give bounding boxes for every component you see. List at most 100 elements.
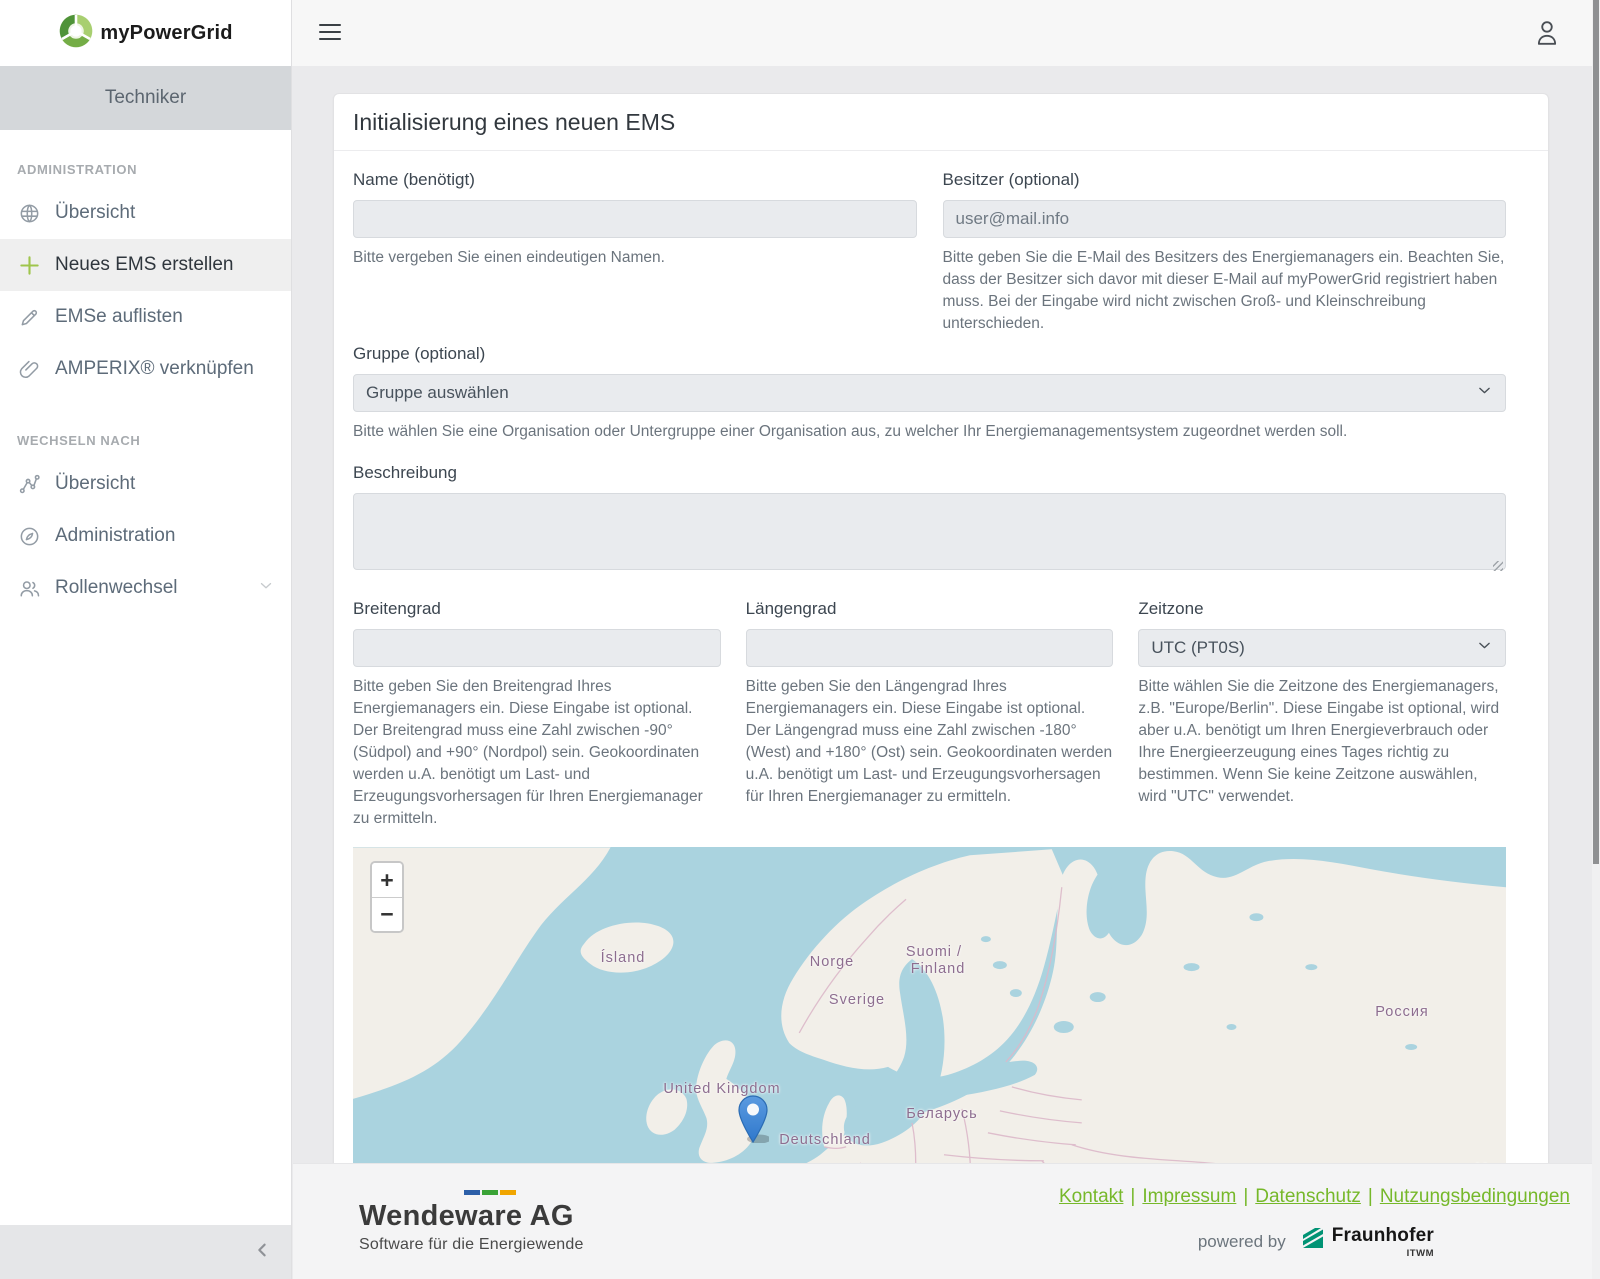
sidebar-item-label: Übersicht bbox=[55, 202, 135, 224]
wendeware-logo: Wendeware AG Software für die Energiewen… bbox=[359, 1190, 584, 1254]
ems-init-card: Initialisierung eines neuen EMS Name (be… bbox=[333, 93, 1549, 1211]
scrollbar-thumb[interactable] bbox=[1593, 0, 1599, 864]
map-label-belarus: Беларусь bbox=[906, 1106, 977, 1122]
longitude-label: Längengrad bbox=[746, 599, 1114, 619]
description-textarea[interactable] bbox=[353, 493, 1506, 570]
latitude-help: Bitte geben Sie den Breitengrad Ihres En… bbox=[353, 676, 721, 830]
owner-help: Bitte geben Sie die E-Mail des Besitzers… bbox=[943, 247, 1507, 335]
chevron-down-icon bbox=[1476, 637, 1493, 659]
group-select[interactable]: Gruppe auswählen bbox=[353, 374, 1506, 412]
footer-links: Kontakt|Impressum|Datenschutz|Nutzungsbe… bbox=[1059, 1186, 1570, 1208]
plus-icon bbox=[17, 253, 41, 277]
sidebar-item-administration[interactable]: Administration bbox=[0, 510, 291, 562]
sidebar-item-label: Rollenwechsel bbox=[55, 577, 178, 599]
person-icon bbox=[1534, 18, 1560, 48]
field-name: Name (benötigt) Bitte vergeben Sie einen… bbox=[353, 170, 917, 335]
latitude-label: Breitengrad bbox=[353, 599, 721, 619]
footer: Wendeware AG Software für die Energiewen… bbox=[293, 1163, 1592, 1279]
app-window: myPowerGrid Techniker ADMINISTRATION Übe… bbox=[0, 0, 1600, 1279]
chevron-down-icon bbox=[1476, 382, 1493, 404]
users-icon bbox=[17, 576, 41, 600]
link-impressum[interactable]: Impressum bbox=[1142, 1186, 1236, 1207]
map-marker-pin[interactable] bbox=[737, 1095, 769, 1148]
sidebar-nav: ADMINISTRATION Übersicht Neues EMS erste… bbox=[0, 130, 291, 614]
map-label-norge: Norge bbox=[810, 954, 855, 970]
role-label: Techniker bbox=[0, 66, 291, 130]
latitude-input[interactable] bbox=[353, 629, 721, 667]
map-label-finland: Finland bbox=[911, 961, 966, 977]
sidebar-item-label: AMPERIX® verknüpfen bbox=[55, 358, 254, 380]
sidebar: myPowerGrid Techniker ADMINISTRATION Übe… bbox=[0, 0, 291, 1279]
field-owner: Besitzer (optional) Bitte geben Sie die … bbox=[943, 170, 1507, 335]
section-administration: ADMINISTRATION bbox=[0, 162, 291, 177]
group-label: Gruppe (optional) bbox=[353, 344, 1506, 364]
field-longitude: Längengrad Bitte geben Sie den Längengra… bbox=[746, 599, 1114, 830]
zoom-in-button[interactable]: + bbox=[372, 863, 402, 897]
sidebar-item-uebersicht-wechseln[interactable]: Übersicht bbox=[0, 458, 291, 510]
mypowergrid-logo-icon bbox=[58, 13, 94, 54]
fraunhofer-name: Fraunhofer bbox=[1332, 1226, 1434, 1247]
company-tagline: Software für die Energiewende bbox=[359, 1236, 584, 1254]
link-separator: | bbox=[1130, 1186, 1135, 1207]
field-latitude: Breitengrad Bitte geben Sie den Breiteng… bbox=[353, 599, 721, 830]
wendeware-colorbar bbox=[464, 1190, 584, 1195]
timezone-label: Zeitzone bbox=[1138, 599, 1506, 619]
sidebar-item-rollenwechsel[interactable]: Rollenwechsel bbox=[0, 562, 291, 614]
sidebar-item-uebersicht-admin[interactable]: Übersicht bbox=[0, 187, 291, 239]
link-kontakt[interactable]: Kontakt bbox=[1059, 1186, 1123, 1207]
link-nutzungsbedingungen[interactable]: Nutzungsbedingungen bbox=[1380, 1186, 1570, 1207]
map-label-russia: Россия bbox=[1375, 1004, 1429, 1020]
vertical-scrollbar[interactable] bbox=[1592, 0, 1600, 1279]
timezone-select[interactable]: UTC (PT0S) bbox=[1138, 629, 1506, 667]
field-description: Beschreibung bbox=[353, 463, 1506, 575]
owner-email-input[interactable] bbox=[943, 200, 1507, 238]
map-zoom-control: + − bbox=[370, 861, 404, 933]
description-label: Beschreibung bbox=[353, 463, 1506, 483]
fraunhofer-logo: Fraunhofer ITWM bbox=[1300, 1226, 1434, 1259]
main-area: Initialisierung eines neuen EMS Name (be… bbox=[291, 0, 1600, 1279]
sidebar-collapse-button[interactable] bbox=[0, 1225, 291, 1279]
user-account-button[interactable] bbox=[1534, 18, 1560, 48]
globe-icon bbox=[17, 201, 41, 225]
pencil-icon bbox=[17, 305, 41, 329]
compass-icon bbox=[17, 524, 41, 548]
paperclip-icon bbox=[17, 357, 41, 381]
name-input[interactable] bbox=[353, 200, 917, 238]
location-map[interactable]: Ísland Norge Sverige Suomi / Finland Рос… bbox=[353, 847, 1506, 1210]
field-timezone: Zeitzone UTC (PT0S) Bitte wählen Sie die… bbox=[1138, 599, 1506, 830]
map-canvas bbox=[353, 847, 1506, 1210]
sidebar-item-label: Neues EMS erstellen bbox=[55, 254, 233, 276]
map-label-island: Ísland bbox=[601, 950, 646, 966]
sidebar-item-label: Administration bbox=[55, 525, 175, 547]
map-label-suomi: Suomi / bbox=[906, 944, 962, 960]
name-label: Name (benötigt) bbox=[353, 170, 917, 190]
resize-grip[interactable] bbox=[1493, 561, 1503, 571]
map-label-sverige: Sverige bbox=[829, 992, 885, 1008]
longitude-input[interactable] bbox=[746, 629, 1114, 667]
link-separator: | bbox=[1368, 1186, 1373, 1207]
field-group: Gruppe (optional) Gruppe auswählen Bitte… bbox=[353, 344, 1506, 443]
topbar bbox=[292, 0, 1600, 66]
sidebar-item-label: Übersicht bbox=[55, 473, 135, 495]
brand-name: myPowerGrid bbox=[100, 22, 232, 45]
name-help: Bitte vergeben Sie einen eindeutigen Nam… bbox=[353, 247, 917, 269]
chevron-down-icon bbox=[257, 577, 275, 600]
sidebar-item-label: EMSe auflisten bbox=[55, 306, 183, 328]
map-label-deutschland: Deutschland bbox=[779, 1132, 871, 1148]
sidebar-item-amperix-verknuepfen[interactable]: AMPERIX® verknüpfen bbox=[0, 343, 291, 395]
sidebar-item-neues-ems-erstellen[interactable]: Neues EMS erstellen bbox=[0, 239, 291, 291]
zoom-out-button[interactable]: − bbox=[372, 897, 402, 931]
longitude-help: Bitte geben Sie den Längengrad Ihres Ene… bbox=[746, 676, 1114, 808]
network-icon bbox=[17, 472, 41, 496]
powered-by-text: powered by bbox=[1198, 1232, 1286, 1252]
sidebar-item-emse-auflisten[interactable]: EMSe auflisten bbox=[0, 291, 291, 343]
page-title: Initialisierung eines neuen EMS bbox=[334, 94, 1548, 151]
chevron-left-icon bbox=[254, 1240, 271, 1265]
timezone-select-value: UTC (PT0S) bbox=[1151, 638, 1245, 658]
menu-toggle-button[interactable] bbox=[319, 24, 341, 40]
fraunhofer-stripes-icon bbox=[1300, 1226, 1326, 1250]
owner-label: Besitzer (optional) bbox=[943, 170, 1507, 190]
group-help: Bitte wählen Sie eine Organisation oder … bbox=[353, 421, 1506, 443]
link-datenschutz[interactable]: Datenschutz bbox=[1255, 1186, 1361, 1207]
powered-by-block: powered by Fraunhofer ITWM bbox=[1198, 1226, 1434, 1259]
